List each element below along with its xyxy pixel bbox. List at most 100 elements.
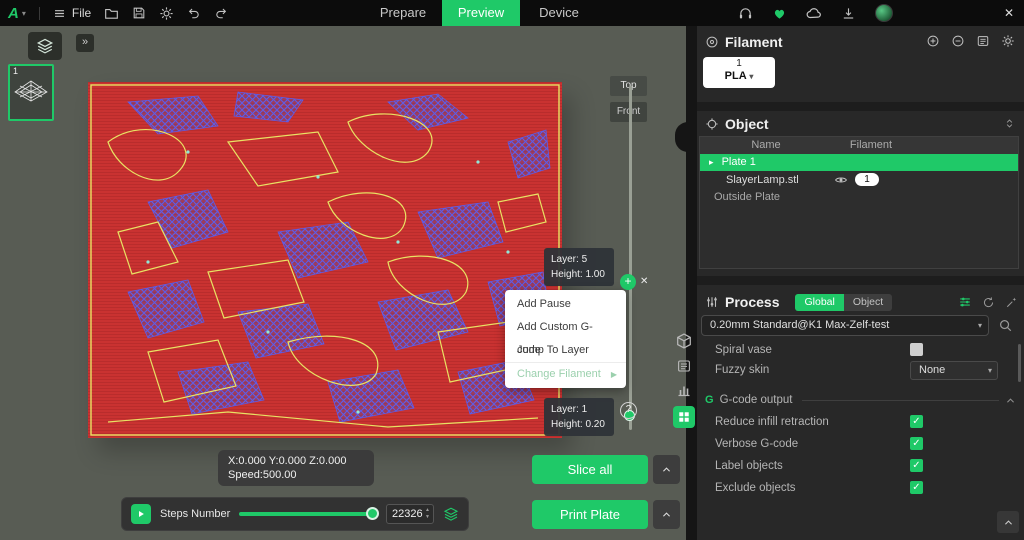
filter-settings-icon[interactable]	[958, 295, 972, 309]
logo-caret-icon: ▾	[22, 9, 26, 18]
section-collapse-chevron-icon[interactable]	[1005, 395, 1016, 406]
layer-slider-close-icon[interactable]: ✕	[640, 276, 648, 287]
layers-icon	[36, 37, 54, 55]
parameter-table-icon[interactable]	[676, 358, 692, 374]
support-headset-icon[interactable]	[738, 6, 753, 21]
file-menu-label: File	[72, 6, 91, 20]
favorite-heart-icon[interactable]	[772, 6, 787, 21]
table-row-plate[interactable]: ▸ Plate 1	[700, 154, 1018, 171]
layers-tool-button[interactable]	[28, 32, 62, 60]
remove-filament-icon[interactable]	[951, 34, 965, 48]
filament-number-badge[interactable]: 1	[855, 173, 879, 186]
spinner-up-icon[interactable]: ▲	[425, 508, 430, 513]
assembly-view-icon[interactable]	[675, 332, 693, 350]
label-objects-checkbox[interactable]: ✓	[910, 459, 923, 472]
slice-all-button[interactable]: Slice all	[532, 455, 648, 484]
steps-value-input[interactable]: 22326 ▲ ▼	[386, 504, 434, 524]
sliced-layer-render[interactable]	[88, 82, 562, 438]
cloud-icon[interactable]	[806, 5, 822, 21]
redo-icon[interactable]	[214, 6, 228, 20]
gcode-output-section-header[interactable]: G G-code output	[705, 390, 1016, 410]
help-button[interactable]: ?	[620, 402, 637, 419]
steps-value-text: 22326	[392, 508, 423, 520]
process-actions	[958, 295, 1018, 309]
expand-toolbars-button[interactable]: »	[76, 34, 94, 52]
layer-slider-track[interactable]	[629, 86, 632, 430]
tab-prepare[interactable]: Prepare	[364, 0, 442, 26]
open-file-icon[interactable]	[104, 6, 119, 21]
file-menu-button[interactable]: File	[53, 6, 91, 20]
section-divider	[697, 276, 1024, 285]
tab-preview[interactable]: Preview	[442, 0, 520, 26]
user-avatar[interactable]	[875, 4, 893, 22]
print-options-chevron-button[interactable]	[653, 500, 680, 529]
settings-scrollbar[interactable]	[1018, 344, 1021, 382]
visibility-eye-icon[interactable]	[834, 173, 848, 187]
filament-list-icon[interactable]	[976, 34, 990, 48]
setting-row-fuzzy-skin: Fuzzy skin None ▾	[705, 360, 1016, 380]
toolbar-divider	[39, 7, 40, 20]
setting-row-spiral-vase: Spiral vase	[705, 340, 1016, 360]
process-scope-tabs: Global Object	[795, 294, 892, 311]
tab-global[interactable]: Global	[795, 294, 843, 311]
object-section-header: Object	[705, 114, 769, 134]
mode-tabs: Prepare Preview Device	[364, 0, 598, 26]
row-expander-icon[interactable]: ▸	[709, 157, 714, 167]
menu-item-change-filament[interactable]: Change Filament ▶	[505, 362, 626, 385]
collapse-panel-button[interactable]	[997, 511, 1019, 533]
filament-settings-gear-icon[interactable]	[1001, 34, 1015, 48]
layer-slider-add-handle[interactable]: +	[620, 274, 636, 290]
verbose-gcode-checkbox[interactable]: ✓	[910, 437, 923, 450]
steps-slider-track[interactable]	[239, 512, 377, 516]
verbose-gcode-label: Verbose G-code	[715, 434, 798, 454]
table-row-model[interactable]: SlayerLamp.stl 1	[700, 171, 1018, 189]
steps-layers-icon[interactable]	[443, 506, 459, 522]
download-icon[interactable]	[841, 6, 856, 21]
gcode-preview-viewport[interactable]: » 1	[0, 26, 697, 540]
process-preset-select[interactable]: 0.20mm Standard@K1 Max-Zelf-test ▾	[701, 315, 989, 336]
preset-search-icon[interactable]	[998, 318, 1013, 333]
gcode-output-label: G-code output	[720, 390, 793, 410]
plate-thumbnail[interactable]: 1	[8, 64, 54, 121]
play-button[interactable]	[131, 504, 151, 524]
filament-slot-card[interactable]: 1 PLA ▾	[703, 57, 775, 88]
workbench-grid-button[interactable]	[673, 406, 695, 428]
plate-row-label: Plate 1	[722, 156, 756, 168]
settings-gear-icon[interactable]	[159, 6, 174, 21]
panel-collapse-handle[interactable]	[675, 122, 688, 152]
panel-edge-strip	[686, 26, 697, 540]
tab-object[interactable]: Object	[844, 294, 892, 311]
filament-title: Filament	[725, 34, 783, 50]
object-target-icon	[705, 117, 719, 131]
app-logo[interactable]: A ▾	[8, 5, 26, 22]
exclude-objects-checkbox[interactable]: ✓	[910, 481, 923, 494]
reset-refresh-icon[interactable]	[982, 296, 995, 309]
layer-tooltip-lower: Layer: 1 Height: 0.20	[544, 398, 614, 436]
object-sort-icon[interactable]	[1004, 118, 1015, 129]
magic-wand-icon[interactable]	[1005, 296, 1018, 309]
preset-caret-icon: ▾	[978, 316, 982, 335]
layer-tooltip-lower-layer: Layer: 1	[551, 402, 607, 417]
coordinates-line: X:0.000 Y:0.000 Z:0.000	[228, 454, 364, 468]
fuzzy-skin-select[interactable]: None ▾	[910, 361, 998, 380]
steps-slider-handle[interactable]	[366, 507, 379, 520]
menu-item-add-custom-gcode[interactable]: Add Custom G-code	[505, 316, 626, 339]
window-close-button[interactable]: ✕	[1004, 6, 1014, 20]
column-name: Name	[721, 137, 811, 154]
print-plate-button[interactable]: Print Plate	[532, 500, 648, 529]
fuzzy-skin-value: None	[919, 364, 945, 376]
slice-options-chevron-button[interactable]	[653, 455, 680, 484]
layer-context-menu: Add Pause Add Custom G-code Jump To Laye…	[505, 290, 626, 388]
reduce-infill-retraction-checkbox[interactable]: ✓	[910, 415, 923, 428]
statistics-icon[interactable]	[676, 382, 692, 398]
add-filament-icon[interactable]	[926, 34, 940, 48]
spinner-down-icon[interactable]: ▼	[425, 515, 430, 520]
save-icon[interactable]	[132, 6, 146, 20]
menu-item-jump-to-layer[interactable]: Jump To Layer	[505, 339, 626, 362]
table-row-outside-plate[interactable]: Outside Plate	[700, 189, 1018, 206]
outside-plate-label: Outside Plate	[714, 191, 780, 203]
spiral-vase-checkbox[interactable]	[910, 343, 923, 356]
undo-icon[interactable]	[187, 6, 201, 20]
tab-device[interactable]: Device	[520, 0, 598, 26]
menu-item-add-pause[interactable]: Add Pause	[505, 293, 626, 316]
